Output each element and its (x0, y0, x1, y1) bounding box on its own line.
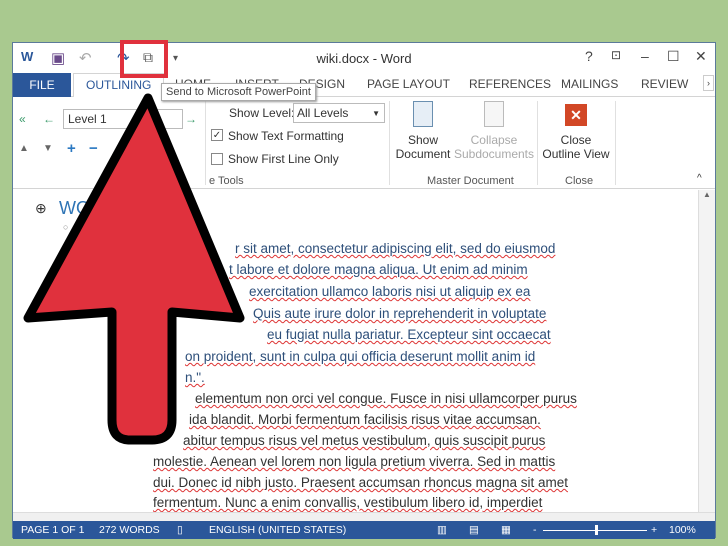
arrow-shape (23, 93, 245, 445)
red-arrow-annotation (23, 40, 245, 445)
highlight-box (120, 40, 168, 78)
